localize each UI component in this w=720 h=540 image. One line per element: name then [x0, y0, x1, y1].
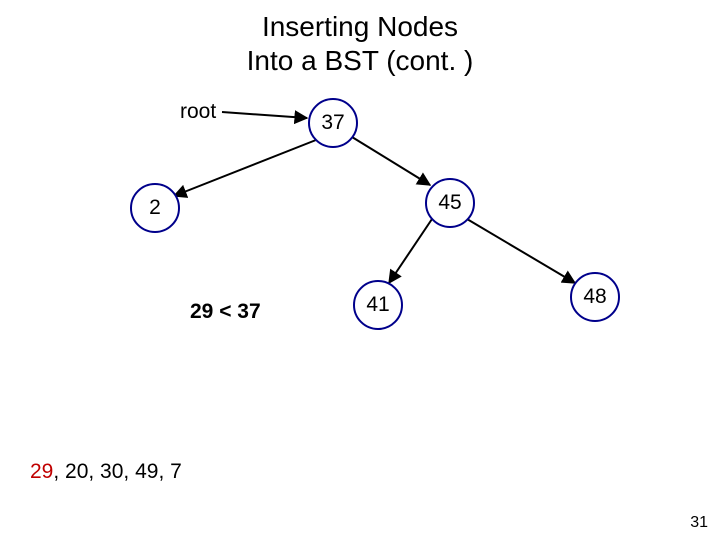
node-45: 45 — [425, 178, 475, 228]
page-number: 31 — [690, 514, 708, 532]
edge-45-41 — [389, 219, 432, 283]
insert-queue: 29, 20, 30, 49, 7 — [30, 460, 182, 484]
edge-45-48 — [467, 219, 575, 283]
comparison-text: 29 < 37 — [190, 300, 261, 324]
queue-rest: , 20, 30, 49, 7 — [53, 460, 181, 483]
node-37: 37 — [308, 98, 358, 148]
queue-current: 29 — [30, 460, 53, 483]
edge-37-2 — [174, 140, 316, 196]
node-48: 48 — [570, 272, 620, 322]
tree-edges-svg — [0, 0, 720, 540]
node-2: 2 — [130, 183, 180, 233]
node-41: 41 — [353, 280, 403, 330]
edge-37-45 — [352, 137, 430, 185]
edge-rootlabel-37 — [222, 112, 307, 118]
